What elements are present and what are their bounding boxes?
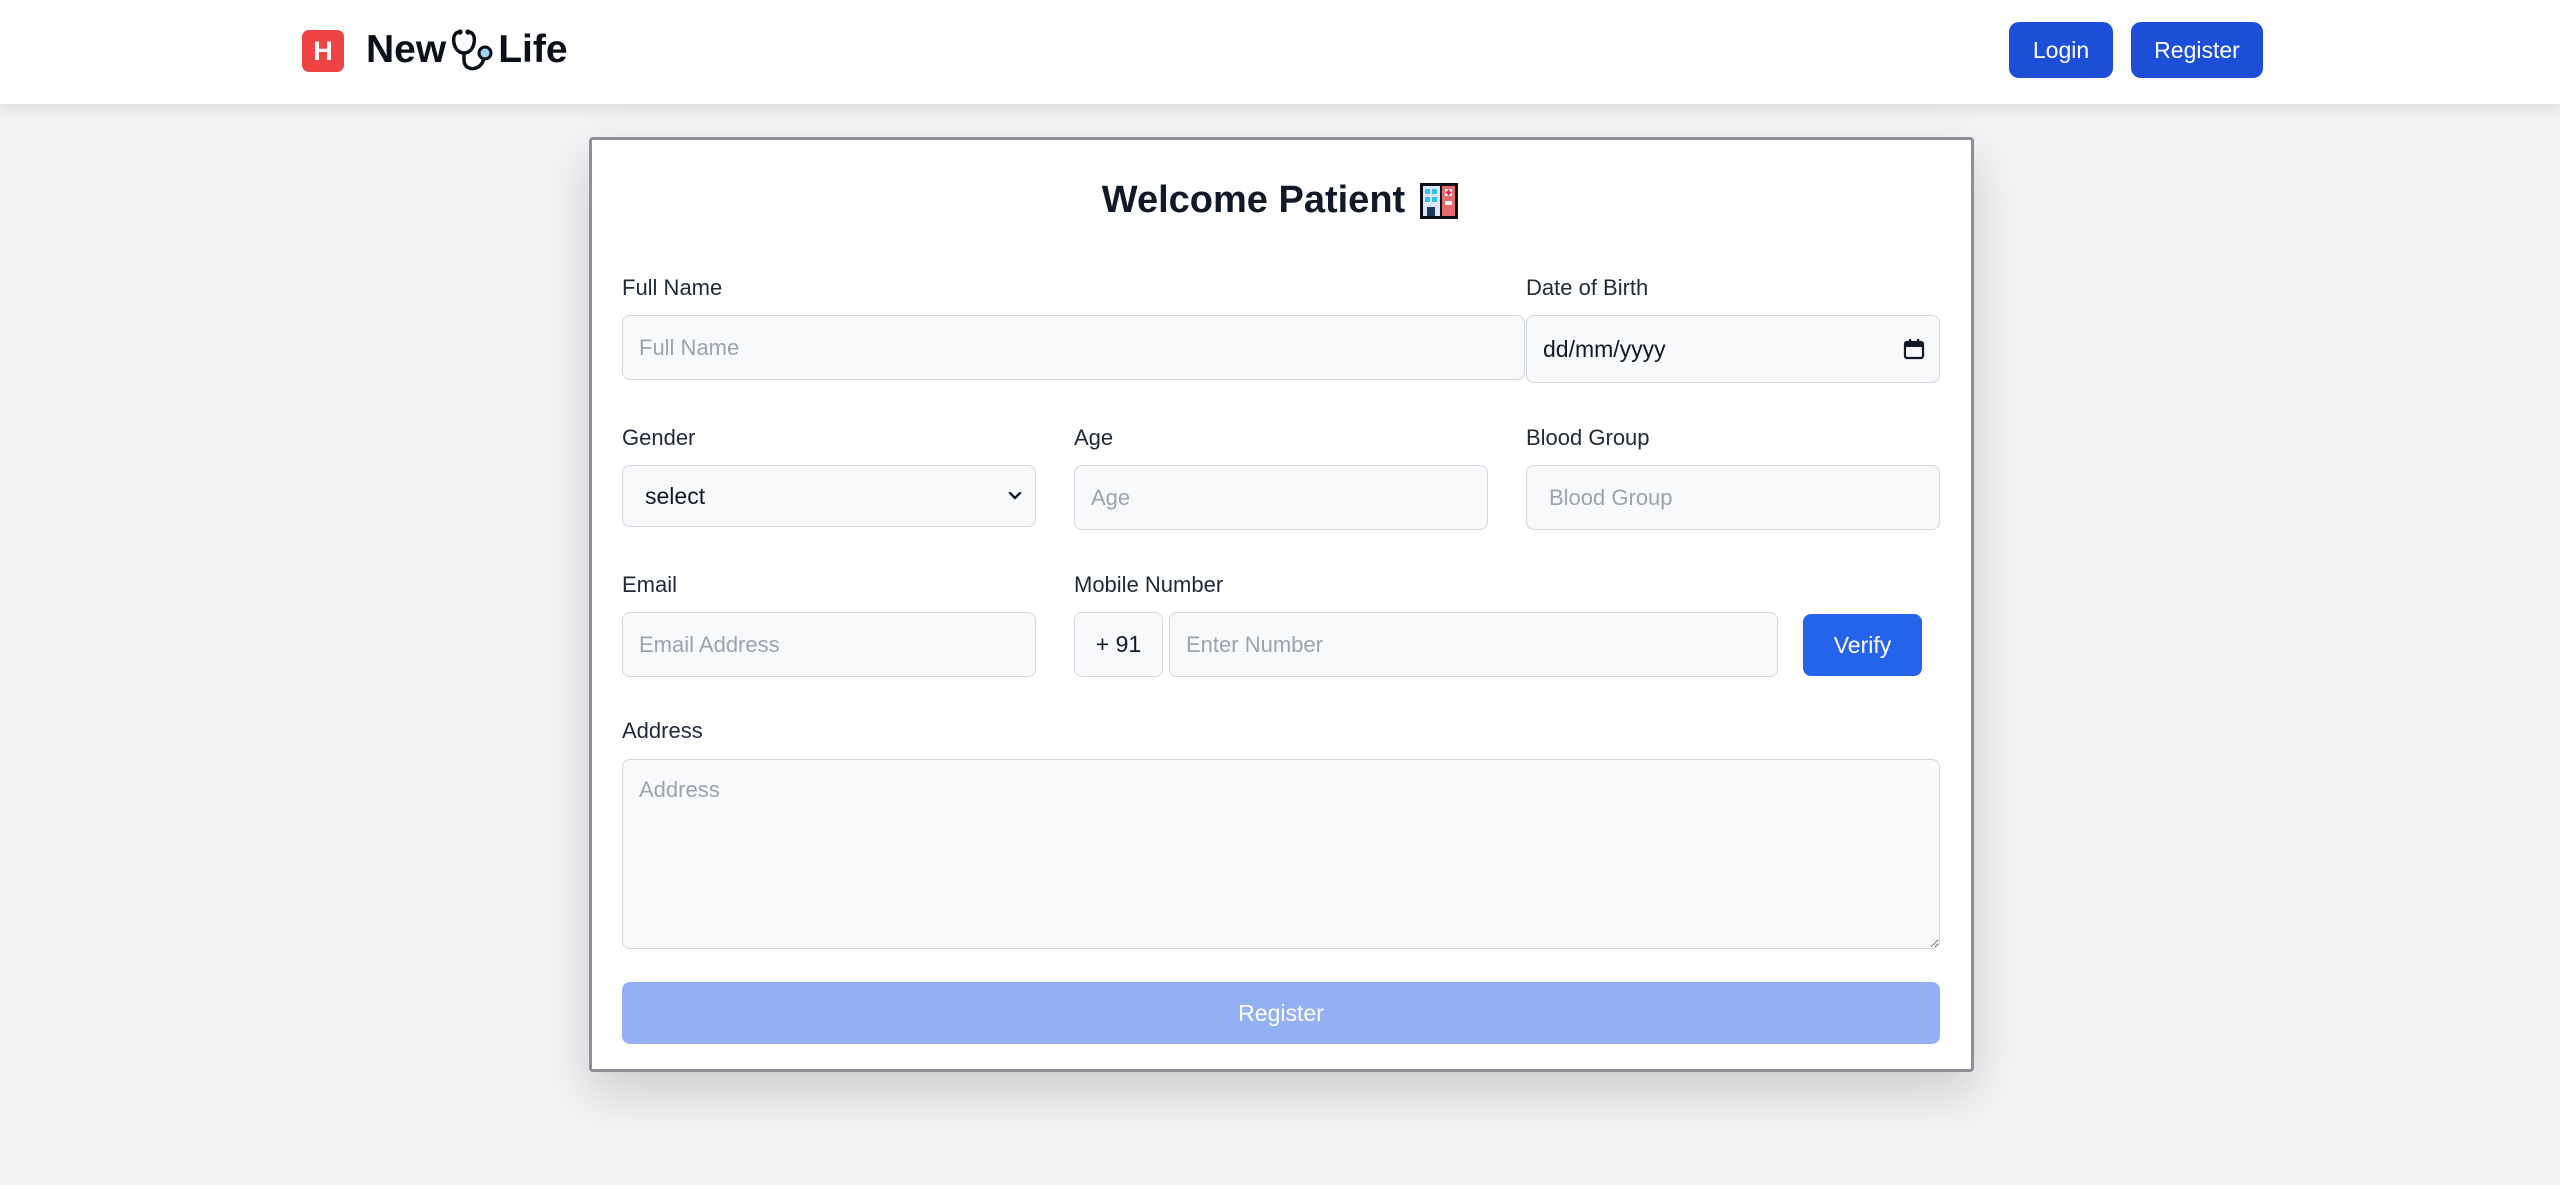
login-button[interactable]: Login (2009, 22, 2113, 78)
hospital-icon (1420, 183, 1459, 219)
address-label: Address (622, 718, 703, 743)
page-title: Welcome Patient (1101, 178, 1406, 221)
country-code-prefix[interactable]: + 91 (1074, 612, 1163, 677)
email-label: Email (622, 572, 678, 597)
brand-part-1: New (366, 28, 447, 71)
gender-label: Gender (622, 425, 696, 450)
top-navbar: H New Life Login Register (0, 0, 2560, 104)
dob-value: dd/mm/yyyy (1543, 335, 1666, 362)
dob-input[interactable]: dd/mm/yyyy (1526, 315, 1940, 383)
stethoscope-icon (452, 29, 493, 71)
email-input[interactable] (622, 612, 1036, 677)
country-code-value: + 91 (1095, 631, 1142, 657)
gender-select[interactable]: select (622, 465, 1036, 527)
full-name-input[interactable] (622, 315, 1525, 380)
gender-selected-value: select (645, 482, 706, 509)
brand-name[interactable]: New Life (366, 24, 568, 76)
blood-group-input[interactable] (1526, 465, 1940, 530)
verify-button[interactable]: Verify (1803, 614, 1922, 676)
address-textarea[interactable] (622, 759, 1940, 949)
age-label: Age (1074, 425, 1114, 450)
mobile-label: Mobile Number (1074, 572, 1224, 597)
calendar-icon[interactable] (1903, 338, 1925, 360)
logo-badge[interactable]: H (302, 30, 344, 72)
form-title-row: Welcome Patient (592, 178, 1971, 222)
dob-label: Date of Birth (1526, 275, 1649, 300)
full-name-label: Full Name (622, 275, 723, 300)
blood-group-label: Blood Group (1526, 425, 1650, 450)
register-nav-button[interactable]: Register (2131, 22, 2263, 78)
brand-part-2: Life (498, 28, 568, 71)
mobile-number-input[interactable] (1169, 612, 1778, 677)
register-submit-button[interactable]: Register (622, 982, 1940, 1044)
patient-registration-card: Welcome Patient Full Name Date of Birth … (589, 137, 1974, 1072)
age-input[interactable] (1074, 465, 1488, 530)
logo-letter: H (313, 35, 333, 66)
chevron-down-icon (1008, 491, 1022, 500)
